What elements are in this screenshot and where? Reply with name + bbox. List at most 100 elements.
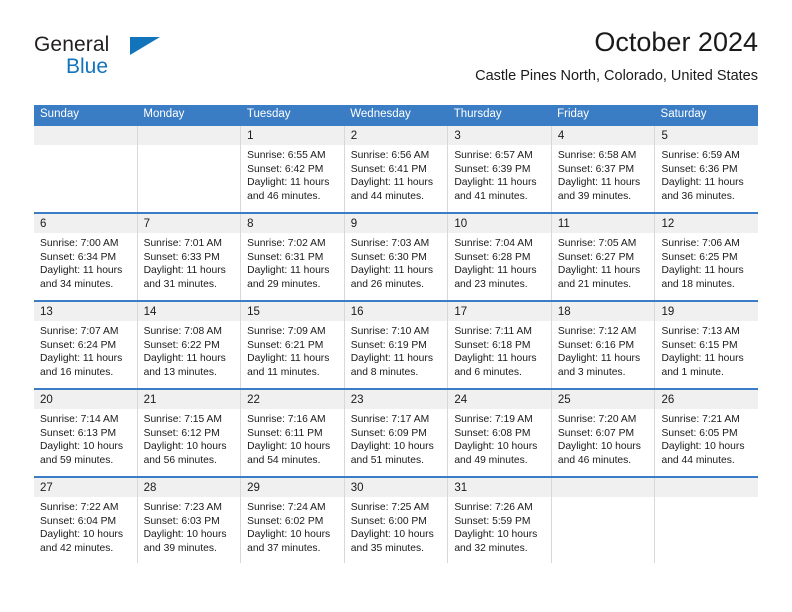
day-cell[interactable]: 6 Sunrise: 7:00 AM Sunset: 6:34 PM Dayli… (34, 214, 138, 300)
sunrise-text: Sunrise: 7:08 AM (143, 326, 222, 337)
daylight-text-line2: and 56 minutes. (143, 454, 217, 466)
daylight-text-line1: Daylight: 10 hours (454, 441, 538, 453)
day-cell[interactable]: 30 Sunrise: 7:25 AM Sunset: 6:00 PM Dayl… (344, 478, 449, 563)
day-details (34, 145, 137, 149)
day-cell[interactable]: 31 Sunrise: 7:26 AM Sunset: 5:59 PM Dayl… (448, 478, 552, 563)
day-cell[interactable]: 28 Sunrise: 7:23 AM Sunset: 6:03 PM Dayl… (137, 478, 242, 563)
day-cell[interactable]: 4 Sunrise: 6:58 AM Sunset: 6:37 PM Dayli… (551, 126, 656, 212)
day-number: 18 (557, 306, 571, 318)
day-details: Sunrise: 7:01 AM Sunset: 6:33 PM Dayligh… (138, 233, 241, 291)
day-details: Sunrise: 7:11 AM Sunset: 6:18 PM Dayligh… (448, 321, 551, 379)
day-cell[interactable]: 13 Sunrise: 7:07 AM Sunset: 6:24 PM Dayl… (34, 302, 138, 388)
sunrise-text: Sunrise: 7:11 AM (454, 326, 532, 337)
daylight-text-line1: Daylight: 11 hours (557, 265, 641, 277)
daylight-text-line1: Daylight: 10 hours (143, 441, 227, 453)
day-cell[interactable]: 8 Sunrise: 7:02 AM Sunset: 6:31 PM Dayli… (241, 214, 345, 300)
day-cell[interactable]: 2 Sunrise: 6:56 AM Sunset: 6:41 PM Dayli… (344, 126, 449, 212)
day-number-band: 15 (241, 302, 344, 321)
day-details: Sunrise: 6:59 AM Sunset: 6:36 PM Dayligh… (655, 145, 758, 203)
sunrise-text: Sunrise: 6:55 AM (247, 150, 326, 161)
day-cell[interactable]: 22 Sunrise: 7:16 AM Sunset: 6:11 PM Dayl… (241, 390, 345, 476)
daylight-text-line1: Daylight: 11 hours (350, 177, 433, 189)
logo-text-general: General (34, 33, 110, 56)
day-number: 19 (661, 306, 675, 318)
daylight-text-line1: Daylight: 10 hours (247, 441, 331, 453)
day-number-band (551, 478, 655, 497)
daylight-text-line1: Daylight: 11 hours (350, 265, 433, 277)
day-cell[interactable] (655, 478, 759, 563)
daylight-text-line2: and 21 minutes. (557, 278, 632, 290)
day-number-band: 7 (137, 214, 241, 233)
generalblue-logo[interactable]: General Blue (34, 34, 234, 90)
day-number: 9 (350, 218, 358, 230)
day-cell[interactable]: 29 Sunrise: 7:24 AM Sunset: 6:02 PM Dayl… (241, 478, 345, 563)
dow-wednesday: Wednesday (350, 108, 411, 120)
day-number: 6 (40, 218, 47, 230)
day-cell[interactable]: 20 Sunrise: 7:14 AM Sunset: 6:13 PM Dayl… (34, 390, 138, 476)
dow-sunday: Sunday (40, 108, 80, 120)
day-cell[interactable]: 12 Sunrise: 7:06 AM Sunset: 6:25 PM Dayl… (655, 214, 759, 300)
day-number: 27 (40, 482, 53, 494)
day-details: Sunrise: 7:06 AM Sunset: 6:25 PM Dayligh… (655, 233, 758, 291)
daylight-text-line2: and 8 minutes. (350, 366, 419, 378)
day-details: Sunrise: 7:04 AM Sunset: 6:28 PM Dayligh… (448, 233, 551, 291)
day-cell[interactable]: 25 Sunrise: 7:20 AM Sunset: 6:07 PM Dayl… (551, 390, 656, 476)
day-cell[interactable]: 23 Sunrise: 7:17 AM Sunset: 6:09 PM Dayl… (344, 390, 449, 476)
day-cell[interactable]: 26 Sunrise: 7:21 AM Sunset: 6:05 PM Dayl… (655, 390, 759, 476)
sunrise-text: Sunrise: 7:10 AM (350, 326, 430, 337)
week-row: 27 Sunrise: 7:22 AM Sunset: 6:04 PM Dayl… (34, 476, 759, 564)
sunset-text: Sunset: 6:31 PM (247, 251, 324, 263)
day-cell[interactable]: 15 Sunrise: 7:09 AM Sunset: 6:21 PM Dayl… (241, 302, 345, 388)
daylight-text-line1: Daylight: 10 hours (350, 441, 434, 453)
day-cell[interactable]: 10 Sunrise: 7:04 AM Sunset: 6:28 PM Dayl… (448, 214, 552, 300)
day-cell[interactable]: 1 Sunrise: 6:55 AM Sunset: 6:42 PM Dayli… (241, 126, 345, 212)
day-cell[interactable]: 16 Sunrise: 7:10 AM Sunset: 6:19 PM Dayl… (344, 302, 449, 388)
week-row: 6 Sunrise: 7:00 AM Sunset: 6:34 PM Dayli… (34, 212, 759, 300)
sunrise-text: Sunrise: 7:17 AM (350, 414, 430, 425)
calendar-grid: Sunday Monday Tuesday Wednesday Thursday… (34, 105, 759, 564)
sunset-text: Sunset: 6:28 PM (454, 251, 531, 263)
day-cell[interactable] (551, 478, 656, 563)
day-details (655, 497, 758, 501)
dow-friday: Friday (557, 108, 590, 120)
daylight-text-line1: Daylight: 10 hours (350, 529, 434, 541)
day-cell[interactable]: 24 Sunrise: 7:19 AM Sunset: 6:08 PM Dayl… (448, 390, 552, 476)
day-cell[interactable]: 21 Sunrise: 7:15 AM Sunset: 6:12 PM Dayl… (137, 390, 242, 476)
sunrise-text: Sunrise: 7:07 AM (40, 326, 119, 337)
sunset-text: Sunset: 6:00 PM (350, 515, 427, 527)
daylight-text-line1: Daylight: 11 hours (40, 353, 123, 365)
day-cell[interactable]: 14 Sunrise: 7:08 AM Sunset: 6:22 PM Dayl… (137, 302, 242, 388)
day-number-band: 30 (344, 478, 448, 497)
dow-thursday: Thursday (453, 108, 502, 120)
daylight-text-line1: Daylight: 11 hours (661, 265, 744, 277)
sunrise-text: Sunrise: 7:26 AM (454, 502, 533, 513)
day-number-band: 22 (241, 390, 344, 409)
day-details: Sunrise: 7:26 AM Sunset: 5:59 PM Dayligh… (448, 497, 551, 555)
day-cell[interactable]: 11 Sunrise: 7:05 AM Sunset: 6:27 PM Dayl… (551, 214, 656, 300)
day-cell[interactable]: 7 Sunrise: 7:01 AM Sunset: 6:33 PM Dayli… (137, 214, 242, 300)
sunset-text: Sunset: 6:41 PM (350, 163, 427, 175)
daylight-text-line1: Daylight: 11 hours (40, 265, 123, 277)
daylight-text-line2: and 44 minutes. (350, 190, 425, 202)
daylight-text-line2: and 49 minutes. (454, 454, 528, 466)
day-cell[interactable]: 5 Sunrise: 6:59 AM Sunset: 6:36 PM Dayli… (655, 126, 759, 212)
daylight-text-line1: Daylight: 10 hours (454, 529, 538, 541)
day-cell[interactable] (34, 126, 138, 212)
day-cell[interactable]: 9 Sunrise: 7:03 AM Sunset: 6:30 PM Dayli… (344, 214, 449, 300)
day-cell[interactable] (137, 126, 242, 212)
daylight-text-line2: and 59 minutes. (40, 454, 114, 466)
day-cell[interactable]: 27 Sunrise: 7:22 AM Sunset: 6:04 PM Dayl… (34, 478, 138, 563)
logo-triangle-icon (130, 37, 160, 55)
daylight-text-line2: and 29 minutes. (247, 278, 321, 290)
day-cell[interactable]: 18 Sunrise: 7:12 AM Sunset: 6:16 PM Dayl… (551, 302, 656, 388)
day-number-band: 31 (448, 478, 551, 497)
daylight-text-line2: and 34 minutes. (40, 278, 114, 290)
day-cell[interactable]: 17 Sunrise: 7:11 AM Sunset: 6:18 PM Dayl… (448, 302, 552, 388)
sunset-text: Sunset: 6:13 PM (40, 427, 117, 439)
day-cell[interactable]: 19 Sunrise: 7:13 AM Sunset: 6:15 PM Dayl… (655, 302, 759, 388)
daylight-text-line2: and 26 minutes. (350, 278, 425, 290)
day-cell[interactable]: 3 Sunrise: 6:57 AM Sunset: 6:39 PM Dayli… (448, 126, 552, 212)
day-details: Sunrise: 7:21 AM Sunset: 6:05 PM Dayligh… (655, 409, 758, 467)
day-number-band: 28 (137, 478, 241, 497)
sunset-text: Sunset: 6:05 PM (661, 427, 738, 439)
